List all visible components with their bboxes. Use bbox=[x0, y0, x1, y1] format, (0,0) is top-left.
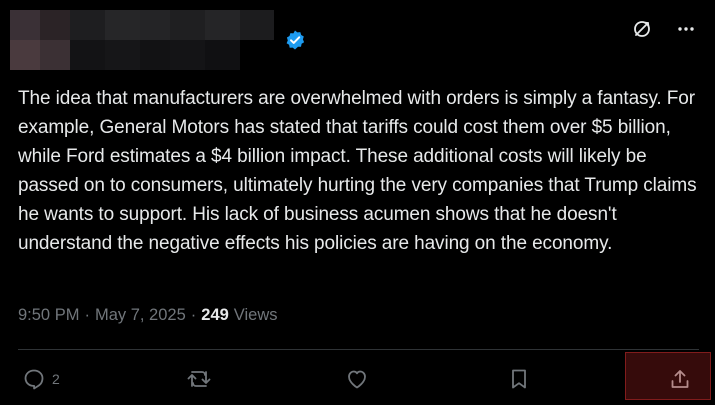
post-body-text: The idea that manufacturers are overwhel… bbox=[18, 88, 697, 254]
grok-icon[interactable] bbox=[629, 16, 655, 42]
more-icon[interactable] bbox=[673, 16, 699, 42]
divider bbox=[18, 349, 699, 350]
bookmark-icon bbox=[512, 369, 526, 389]
post-action-bar: 2 bbox=[18, 364, 699, 396]
verified-badge-icon bbox=[284, 29, 306, 51]
views-count: 249 bbox=[201, 306, 229, 324]
censored-author-block bbox=[10, 10, 274, 70]
like-button[interactable] bbox=[345, 364, 369, 394]
post-card: The idea that manufacturers are overwhel… bbox=[0, 0, 715, 405]
heart-icon bbox=[348, 370, 366, 389]
reply-count: 2 bbox=[52, 371, 60, 387]
post-date[interactable]: May 7, 2025 bbox=[95, 306, 186, 325]
corner-watermark bbox=[625, 352, 711, 400]
meta-separator: · bbox=[190, 306, 197, 324]
reply-icon bbox=[24, 369, 44, 390]
reply-button[interactable]: 2 bbox=[22, 364, 60, 394]
post-top-actions bbox=[629, 16, 699, 42]
views-label: Views bbox=[233, 306, 278, 324]
meta-separator: · bbox=[84, 306, 90, 324]
repost-button[interactable] bbox=[186, 364, 212, 394]
post-time[interactable]: 9:50 PM bbox=[18, 306, 79, 325]
bookmark-button[interactable] bbox=[507, 364, 531, 394]
repost-icon bbox=[187, 371, 211, 387]
post-meta: 9:50 PM · May 7, 2025 · 249 Views bbox=[18, 306, 278, 325]
post-header bbox=[10, 10, 330, 70]
